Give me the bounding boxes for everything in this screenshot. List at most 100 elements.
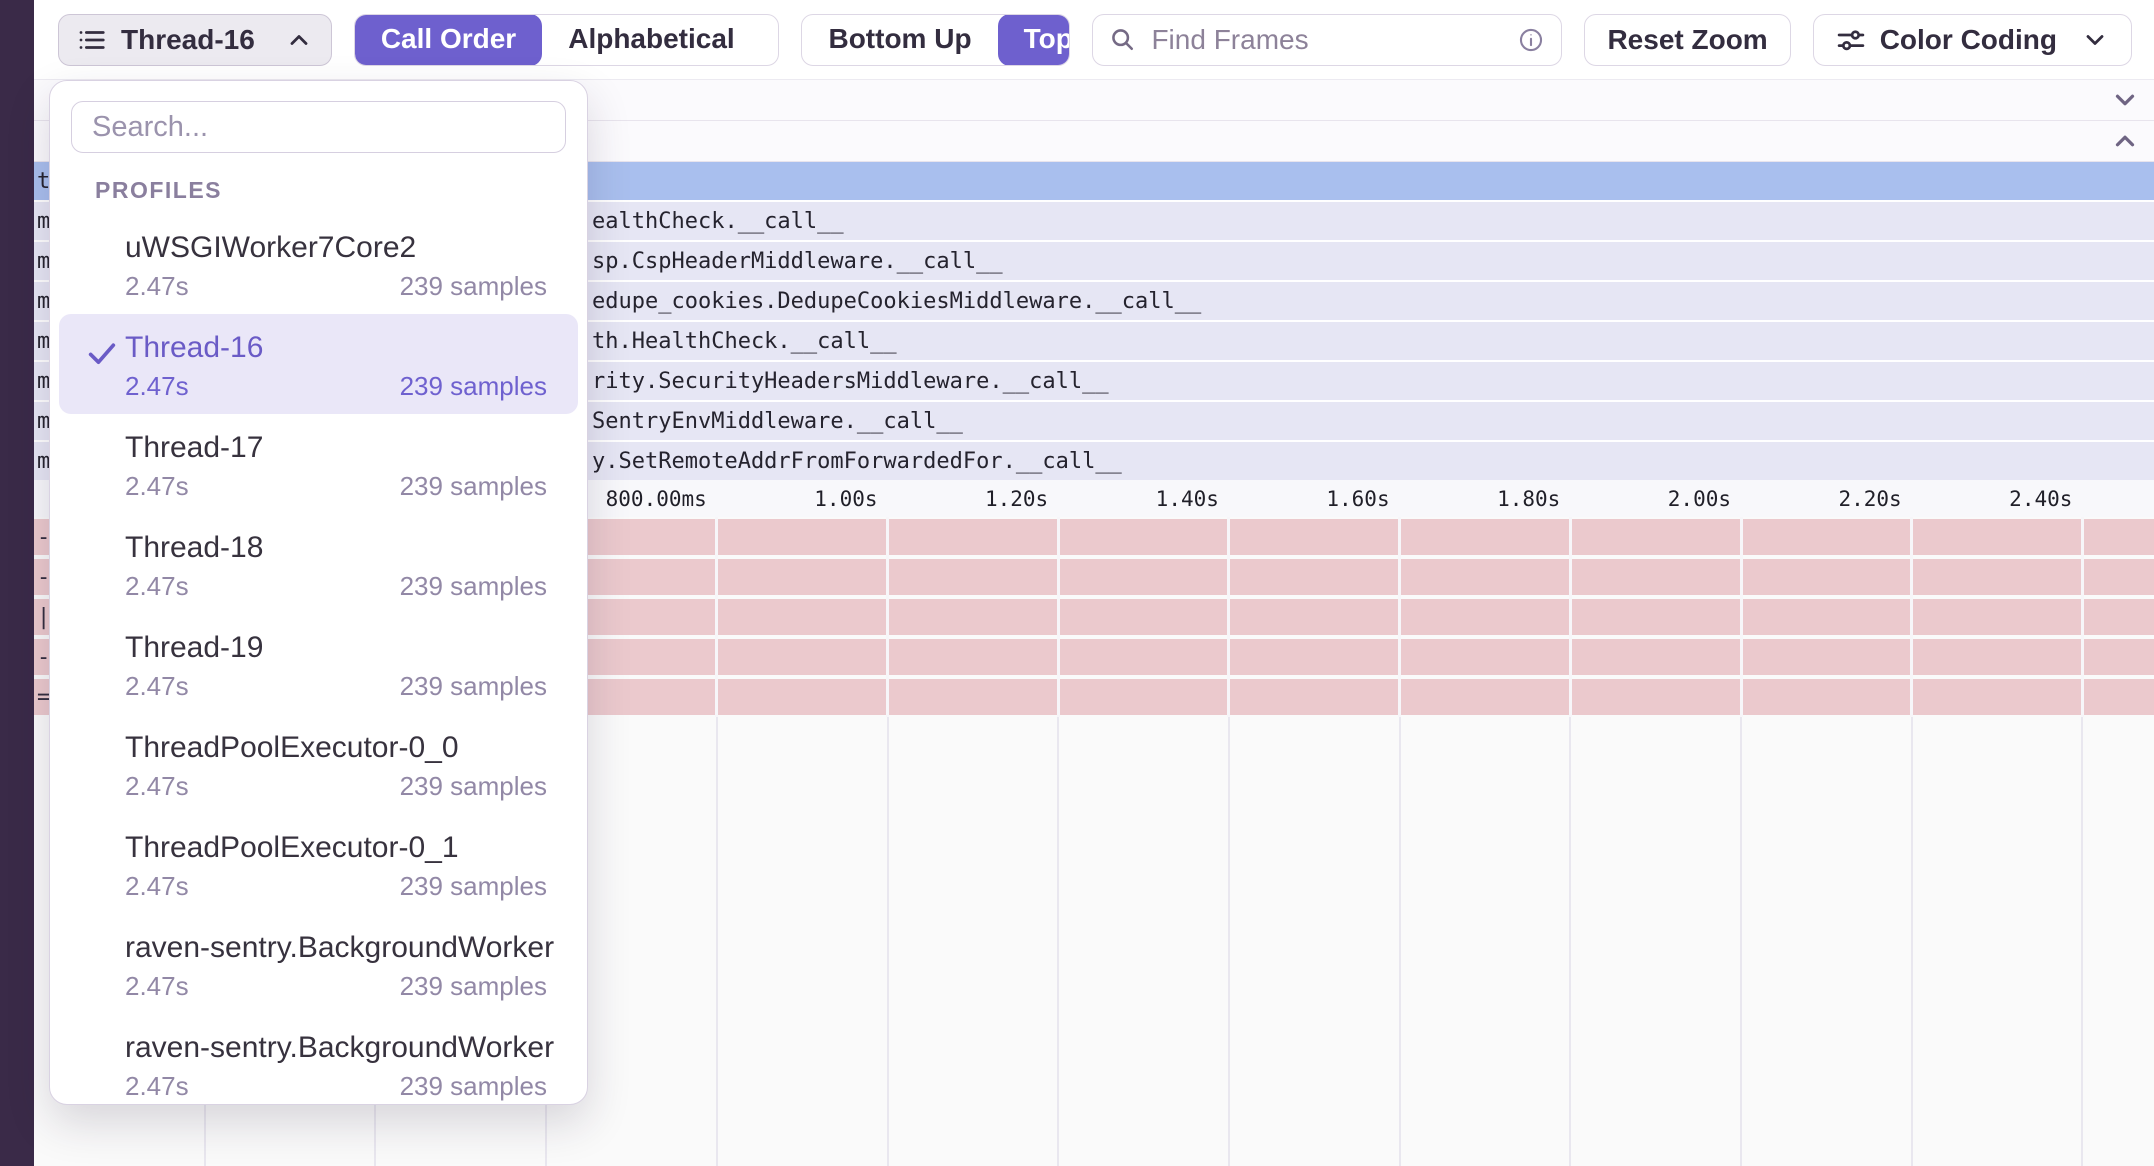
- profile-name: uWSGIWorker7Core2: [125, 230, 547, 266]
- profile-sample-count: 239 samples: [400, 971, 547, 1001]
- profile-meta: 2.47s 239 samples: [125, 971, 547, 1001]
- info-icon[interactable]: [1517, 26, 1545, 54]
- color-coding-button[interactable]: Color Coding: [1813, 14, 2132, 66]
- profile-duration: 2.47s: [125, 671, 189, 701]
- gridline: [1569, 517, 1572, 717]
- profile-sample-count: 239 samples: [400, 571, 547, 601]
- direction-control: Bottom Up Top Down: [801, 14, 1070, 66]
- direction-tab[interactable]: Bottom Up: [802, 14, 997, 66]
- profile-name: ThreadPoolExecutor-0_0: [125, 730, 547, 766]
- profile-duration: 2.47s: [125, 371, 189, 401]
- profile-name: Thread-18: [125, 530, 547, 566]
- profile-duration: 2.47s: [125, 871, 189, 901]
- profiles-section-label: PROFILES: [95, 177, 587, 204]
- sort-order-control: Call Order Alphabetical Left Heavy: [354, 14, 780, 66]
- time-axis-tick-label: 2.40s: [1852, 487, 2072, 511]
- thread-selector-label: Thread-16: [121, 24, 255, 56]
- profile-sample-count: 239 samples: [400, 671, 547, 701]
- profiles-list: uWSGIWorker7Core2 2.47s 239 samples Thre…: [50, 214, 587, 1105]
- profile-name: raven-sentry.BackgroundWorker: [125, 1030, 547, 1066]
- gridline: [1227, 517, 1230, 717]
- profile-sample-count: 239 samples: [400, 271, 547, 301]
- sort-order-tab[interactable]: Call Order: [355, 14, 542, 66]
- frame-label: SentryEnvMiddleware.__call__: [592, 409, 963, 434]
- profile-list-item[interactable]: raven-sentry.BackgroundWorker 2.47s 239 …: [50, 914, 587, 1014]
- color-coding-label: Color Coding: [1880, 24, 2057, 56]
- gridline: [887, 717, 889, 1166]
- profile-name: Thread-17: [125, 430, 547, 466]
- profile-list-item[interactable]: uWSGIWorker7Core2 2.47s 239 samples: [50, 214, 587, 314]
- profile-list-item[interactable]: Thread-19 2.47s 239 samples: [50, 614, 587, 714]
- sort-order-tab[interactable]: Alphabetical: [542, 14, 760, 66]
- gridline: [715, 517, 718, 717]
- list-icon: [77, 25, 107, 55]
- reset-zoom-label: Reset Zoom: [1607, 24, 1767, 56]
- frame-label: ealthCheck.__call__: [592, 209, 844, 234]
- gridline: [1911, 717, 1913, 1166]
- profile-meta: 2.47s 239 samples: [125, 571, 547, 601]
- gridline: [1399, 717, 1401, 1166]
- gridline: [1569, 717, 1571, 1166]
- chevron-up-icon: [285, 26, 313, 54]
- left-dark-rail: [0, 0, 34, 1166]
- profile-meta: 2.47s 239 samples: [125, 471, 547, 501]
- profile-duration: 2.47s: [125, 271, 189, 301]
- gridline: [2081, 717, 2083, 1166]
- gridline: [1398, 517, 1401, 717]
- gridline: [2081, 517, 2084, 717]
- profile-list-item[interactable]: Thread-17 2.47s 239 samples: [50, 414, 587, 514]
- profile-list-item[interactable]: ThreadPoolExecutor-0_0 2.47s 239 samples: [50, 714, 587, 814]
- profile-name: Thread-19: [125, 630, 547, 666]
- profile-meta: 2.47s 239 samples: [125, 871, 547, 901]
- profiles-search-input[interactable]: [71, 101, 566, 153]
- profile-duration: 2.47s: [125, 971, 189, 1001]
- thread-selector-button[interactable]: Thread-16: [58, 14, 332, 66]
- profile-sample-count: 239 samples: [400, 771, 547, 801]
- profile-list-item[interactable]: ThreadPoolExecutor-0_1 2.47s 239 samples: [50, 814, 587, 914]
- chevron-down-icon: [2081, 26, 2109, 54]
- find-frames-input[interactable]: [1149, 23, 1505, 57]
- gridline: [1057, 717, 1059, 1166]
- search-icon: [1109, 26, 1137, 54]
- reset-zoom-button[interactable]: Reset Zoom: [1584, 14, 1790, 66]
- profile-name: ThreadPoolExecutor-0_1: [125, 830, 547, 866]
- profiles-dropdown: PROFILES uWSGIWorker7Core2 2.47s 239 sam…: [49, 80, 588, 1105]
- profile-duration: 2.47s: [125, 1071, 189, 1101]
- gridline: [1228, 717, 1230, 1166]
- gridline: [1740, 717, 1742, 1166]
- profile-meta: 2.47s 239 samples: [125, 671, 547, 701]
- sliders-icon: [1836, 25, 1866, 55]
- gridline: [1057, 517, 1060, 717]
- profile-sample-count: 239 samples: [400, 871, 547, 901]
- frame-label: th.HealthCheck.__call__: [592, 329, 897, 354]
- profile-sample-count: 239 samples: [400, 471, 547, 501]
- find-frames-box: [1092, 14, 1562, 66]
- profile-list-item[interactable]: Thread-18 2.47s 239 samples: [50, 514, 587, 614]
- profile-meta: 2.47s 239 samples: [125, 1071, 547, 1101]
- toolbar: Thread-16 Call Order Alphabetical Left H…: [0, 0, 2154, 80]
- profile-meta: 2.47s 239 samples: [125, 371, 547, 401]
- profile-list-item[interactable]: Thread-16 2.47s 239 samples: [59, 314, 578, 414]
- profile-sample-count: 239 samples: [400, 1071, 547, 1101]
- frame-label: sp.CspHeaderMiddleware.__call__: [592, 249, 1003, 274]
- checkmark-icon: [85, 336, 119, 375]
- frame-label: y.SetRemoteAddrFromForwardedFor.__call__: [592, 449, 1122, 474]
- gridline: [1740, 517, 1743, 717]
- gridline: [886, 517, 889, 717]
- frame-label: rity.SecurityHeadersMiddleware.__call__: [592, 369, 1109, 394]
- profile-meta: 2.47s 239 samples: [125, 271, 547, 301]
- profile-duration: 2.47s: [125, 771, 189, 801]
- profile-meta: 2.47s 239 samples: [125, 771, 547, 801]
- gridline: [716, 717, 718, 1166]
- frame-label: edupe_cookies.DedupeCookiesMiddleware.__…: [592, 289, 1201, 314]
- profile-duration: 2.47s: [125, 571, 189, 601]
- direction-tab[interactable]: Top Down: [998, 14, 1071, 66]
- profile-list-item[interactable]: raven-sentry.BackgroundWorker 2.47s 239 …: [50, 1014, 587, 1105]
- sort-order-tab[interactable]: Left Heavy: [761, 14, 780, 66]
- profile-sample-count: 239 samples: [400, 371, 547, 401]
- chevron-down-icon: [2110, 85, 2140, 115]
- profile-name: Thread-16: [125, 330, 547, 366]
- gridline: [1910, 517, 1913, 717]
- profile-name: raven-sentry.BackgroundWorker: [125, 930, 547, 966]
- profiler-screen: Thread-16 Call Order Alphabetical Left H…: [0, 0, 2154, 1166]
